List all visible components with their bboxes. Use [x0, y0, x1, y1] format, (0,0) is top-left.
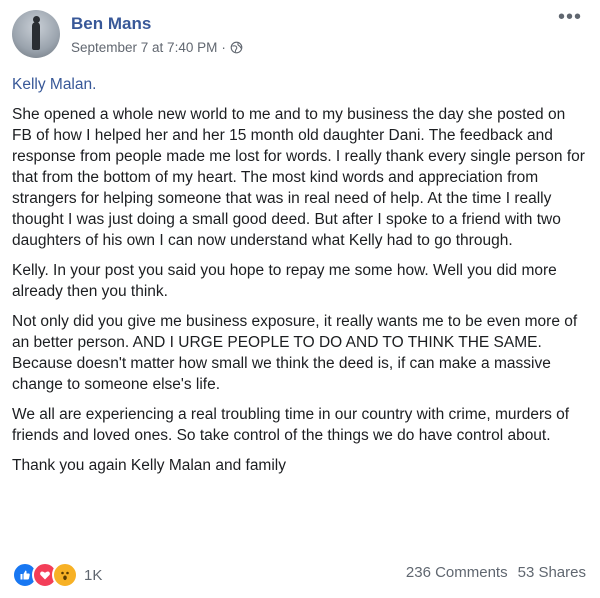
reaction-count: 1K: [84, 566, 103, 584]
avatar-figure-body: [32, 22, 40, 50]
facebook-post: Ben Mans September 7 at 7:40 PM · ••• Ke…: [0, 0, 600, 598]
author-avatar[interactable]: [12, 10, 60, 58]
wow-reaction-icon: [52, 562, 78, 588]
meta-separator: ·: [221, 40, 226, 55]
post-timestamp[interactable]: September 7 at 7:40 PM: [71, 40, 217, 55]
post-paragraph: We all are experiencing a real troubling…: [12, 406, 570, 444]
post-meta: September 7 at 7:40 PM ·: [71, 40, 243, 55]
post-paragraph: Not only did you give me business exposu…: [12, 313, 578, 393]
more-options-icon[interactable]: •••: [558, 7, 582, 27]
post-paragraph: Thank you again Kelly Malan and family: [12, 457, 286, 474]
greeting-mention[interactable]: Kelly Malan.: [12, 74, 588, 95]
globe-icon[interactable]: [230, 41, 243, 54]
author-name[interactable]: Ben Mans: [71, 14, 151, 34]
reactions-summary[interactable]: 1K: [12, 562, 102, 588]
post-body: Kelly Malan. She opened a whole new worl…: [12, 74, 588, 485]
comments-count[interactable]: 236 Comments: [406, 564, 508, 581]
post-paragraph: She opened a whole new world to me and t…: [12, 106, 585, 249]
post-paragraph: Kelly. In your post you said you hope to…: [12, 262, 557, 300]
shares-count[interactable]: 53 Shares: [518, 564, 586, 581]
engagement-stats: 236 Comments 53 Shares: [406, 564, 586, 581]
